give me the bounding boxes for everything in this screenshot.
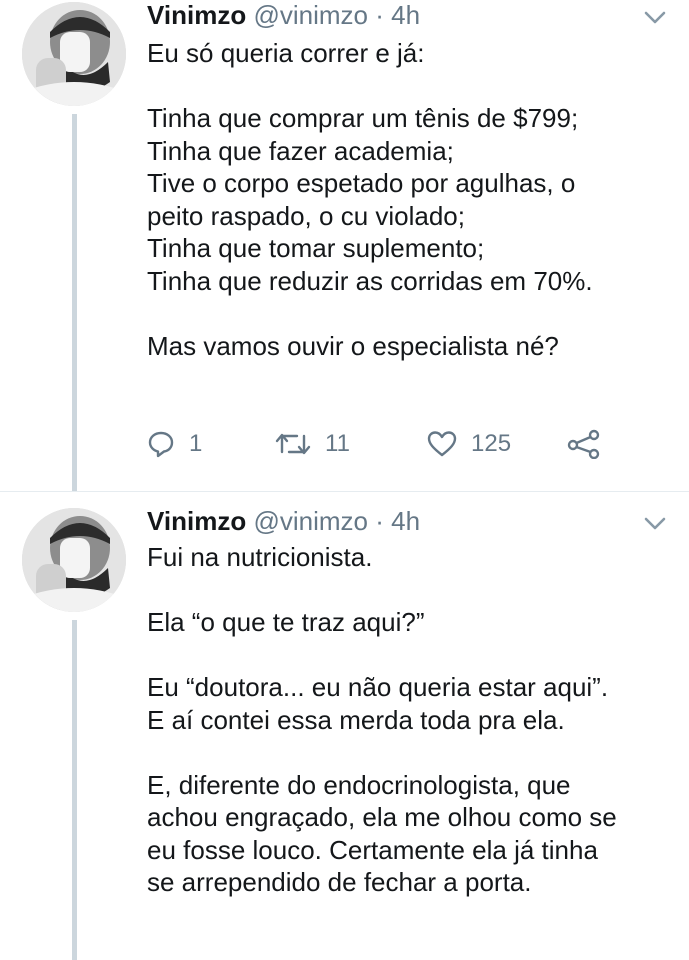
reply-button[interactable]: 1 bbox=[147, 424, 202, 464]
separator-dot: · bbox=[375, 0, 384, 30]
tweet-text-line: eu fosse louco. Certamente ela já tinha bbox=[147, 834, 598, 865]
tweet-text-line: Tinha que fazer academia; bbox=[147, 135, 454, 166]
tweet-text-line: Tive o corpo espetado por agulhas, o bbox=[147, 168, 576, 198]
tweet-text-line: Tinha que tomar suplemento; bbox=[147, 233, 485, 263]
like-count: 125 bbox=[471, 430, 512, 457]
tweet-text: Eu só queria correr e já: Tinha que comp… bbox=[147, 37, 667, 362]
retweet-count: 11 bbox=[325, 430, 350, 457]
thread-line bbox=[72, 620, 77, 960]
tweet-text-line: Ela “o que te traz aqui?” bbox=[147, 607, 425, 637]
user-avatar-photo-icon bbox=[22, 508, 126, 612]
tweet-text-line: E, diferente do endocrinologista, que bbox=[147, 769, 571, 800]
author-name[interactable]: Vinimzo bbox=[147, 0, 246, 30]
like-button[interactable]: 125 bbox=[427, 424, 511, 464]
tweet-text-line: achou engraçado, ela me olhou como se bbox=[147, 802, 617, 832]
avatar[interactable] bbox=[22, 508, 126, 612]
timestamp[interactable]: 4h bbox=[391, 506, 420, 536]
tweet-text-line: Eu só queria correr e já: bbox=[147, 38, 425, 68]
retweet-icon bbox=[275, 433, 311, 455]
chevron-down-icon[interactable] bbox=[643, 516, 667, 532]
tweet-text-line: se arrependido de fechar a porta. bbox=[147, 867, 532, 897]
thread-line bbox=[72, 114, 77, 492]
tweet-header: Vinimzo @vinimzo · 4h bbox=[147, 506, 420, 536]
author-handle[interactable]: @vinimzo bbox=[253, 0, 368, 30]
chevron-down-icon[interactable] bbox=[643, 10, 667, 26]
tweet-header: Vinimzo @vinimzo · 4h bbox=[147, 0, 420, 30]
tweet-text-line: peito raspado, o cu violado; bbox=[147, 200, 465, 231]
tweet-text-line: Tinha que reduzir as corridas em 70%. bbox=[147, 265, 593, 296]
separator-dot: · bbox=[375, 506, 384, 536]
share-button[interactable] bbox=[567, 424, 601, 464]
reply-count: 1 bbox=[189, 430, 203, 457]
author-handle[interactable]: @vinimzo bbox=[253, 506, 368, 536]
tweet-text-line: Fui na nutricionista. bbox=[147, 542, 373, 572]
tweet-text-line: Tinha que comprar um tênis de $799; bbox=[147, 103, 579, 133]
reply-icon bbox=[148, 431, 174, 458]
tweet-text-line: Mas vamos ouvir o especialista né? bbox=[147, 330, 559, 361]
tweet-actions: 1 11 125 bbox=[147, 424, 607, 464]
tweet-text-line: E aí contei essa merda toda pra ela. bbox=[147, 704, 565, 735]
tweet-2[interactable]: Vinimzo @vinimzo · 4h Fui na nutricionis… bbox=[0, 492, 689, 960]
timestamp[interactable]: 4h bbox=[391, 0, 420, 30]
share-icon bbox=[567, 429, 600, 459]
retweet-button[interactable]: 11 bbox=[275, 424, 350, 464]
avatar[interactable] bbox=[22, 2, 126, 106]
author-name[interactable]: Vinimzo bbox=[147, 506, 246, 536]
tweet-text: Fui na nutricionista. Ela “o que te traz… bbox=[147, 541, 667, 899]
user-avatar-photo-icon bbox=[22, 2, 126, 106]
tweet-text-line: Eu “doutora... eu não queria estar aqui”… bbox=[147, 672, 609, 702]
tweet-1[interactable]: Vinimzo @vinimzo · 4h Eu só queria corre… bbox=[0, 0, 689, 492]
heart-icon bbox=[427, 431, 457, 457]
